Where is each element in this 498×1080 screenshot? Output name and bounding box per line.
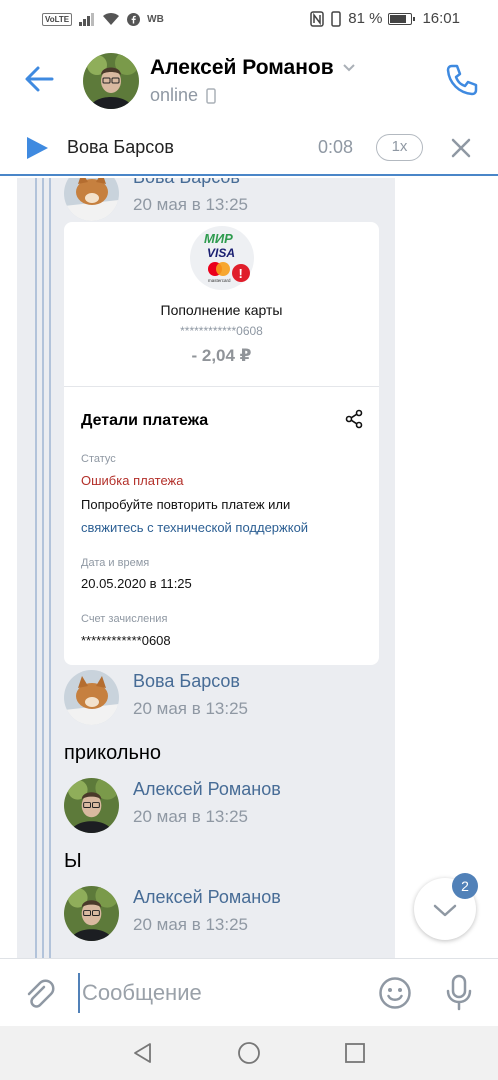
share-icon[interactable] [344,409,364,429]
message-author[interactable]: Алексей Романов [133,778,281,800]
forward-line [42,178,44,958]
wifi-icon [103,12,120,25]
message-author[interactable]: Вова Барсов [133,178,248,188]
facebook-icon [127,12,141,26]
payment-details-heading: Детали платежа [81,412,209,429]
payment-date: 20.05.2020 в 11:25 [81,576,192,591]
player-track-name[interactable]: Вова Барсов [67,137,174,158]
avatar-image [83,53,139,109]
payment-amount: - 2,04 ₽ [191,346,252,365]
status-left: VoLTE WB [42,12,164,26]
support-link[interactable]: свяжитесь с технической поддержкой [81,520,308,535]
unread-count-badge: 2 [452,873,478,899]
battery-icon [388,12,416,25]
message-list[interactable]: Вова Барсов 20 мая в 13:25 МИР VISA mast… [0,178,498,958]
message-author[interactable]: Вова Барсов [133,670,248,692]
status-text: online [150,85,199,105]
player-time: 0:08 [318,137,354,157]
play-icon[interactable] [24,136,50,160]
status-bar: VoLTE WB 81 % 16:01 [0,0,498,40]
mir-logo-text: МИР [204,231,233,246]
dog-avatar-image [64,670,119,725]
avatar[interactable] [64,670,119,725]
volte-badge: VoLTE [42,12,73,26]
avatar[interactable] [64,178,119,221]
battery-percent: 81 % [348,10,383,27]
forward-line [35,178,37,958]
microphone-icon[interactable] [444,974,474,1012]
carrier-badge: WB [147,13,164,25]
account-number: ************0608 [81,633,171,648]
audio-player-bar: Вова Барсов 0:08 1x [0,120,498,176]
divider [64,386,379,387]
nav-home-icon[interactable] [237,1041,261,1065]
message-header: Вова Барсов 20 мая в 13:25 [64,670,248,725]
payment-card[interactable]: МИР VISA mastercard ! Пополнение карты *… [64,222,379,665]
contact-name-text: Алексей Романов [150,56,334,79]
message-composer [0,958,498,1026]
message-header: Алексей Романов 20 мая в 13:25 [64,778,281,833]
avatar[interactable] [64,886,119,941]
forward-line [49,178,51,958]
phone-call-icon[interactable] [444,62,480,98]
chevron-down-icon [342,64,355,72]
avatar-image [64,886,119,941]
nfc-icon [310,10,324,27]
message-date: 20 мая в 13:25 [133,807,248,826]
message-author[interactable]: Алексей Романов [133,886,281,908]
payment-error-status: Ошибка платежа [81,473,184,488]
message-date: 20 мая в 13:25 [133,699,248,718]
status-right: 81 % 16:01 [310,10,460,27]
retry-hint: Попробуйте повторить платеж или [81,497,291,512]
payment-logo-icon: МИР VISA mastercard ! [204,231,250,283]
visa-logo-text: VISA [207,246,235,260]
dog-avatar-image [64,178,119,221]
status-label: Статус [81,453,116,465]
avatar-image [64,778,119,833]
mastercard-logo-text: mastercard [208,278,231,283]
back-arrow-icon[interactable] [20,62,58,96]
online-status: online [150,85,216,106]
playback-speed-button[interactable]: 1x [376,134,423,161]
smiley-icon[interactable] [378,976,412,1010]
nav-back-icon[interactable] [131,1041,155,1065]
avatar[interactable] [83,53,139,109]
clock: 16:01 [422,10,460,27]
message-text: Ы [64,850,82,872]
signal-icon [79,12,95,26]
avatar[interactable] [64,778,119,833]
message-header: Алексей Романов 20 мая в 13:25 [64,886,281,941]
chat-header: Алексей Романов online [0,40,498,120]
paperclip-icon[interactable] [22,977,56,1011]
message-input[interactable] [78,973,358,1013]
account-label: Счет зачисления [81,613,168,625]
masked-card-number: ************0608 [180,324,263,338]
message-header: Вова Барсов 20 мая в 13:25 [64,178,248,221]
date-label: Дата и время [81,557,150,569]
alert-mark: ! [239,266,243,281]
payment-title: Пополнение карты [160,302,283,318]
contact-name[interactable]: Алексей Романов [150,56,356,80]
message-text: прикольно [64,742,162,764]
vibrate-icon [331,10,341,27]
system-nav-bar [0,1026,498,1080]
payment-systems-logo: МИР VISA mastercard ! [190,226,254,290]
message-date: 20 мая в 13:25 [133,195,248,214]
message-date: 20 мая в 13:25 [133,915,248,934]
close-icon[interactable] [447,134,475,162]
mobile-device-icon [206,87,216,104]
nav-recent-apps-icon[interactable] [343,1041,367,1065]
